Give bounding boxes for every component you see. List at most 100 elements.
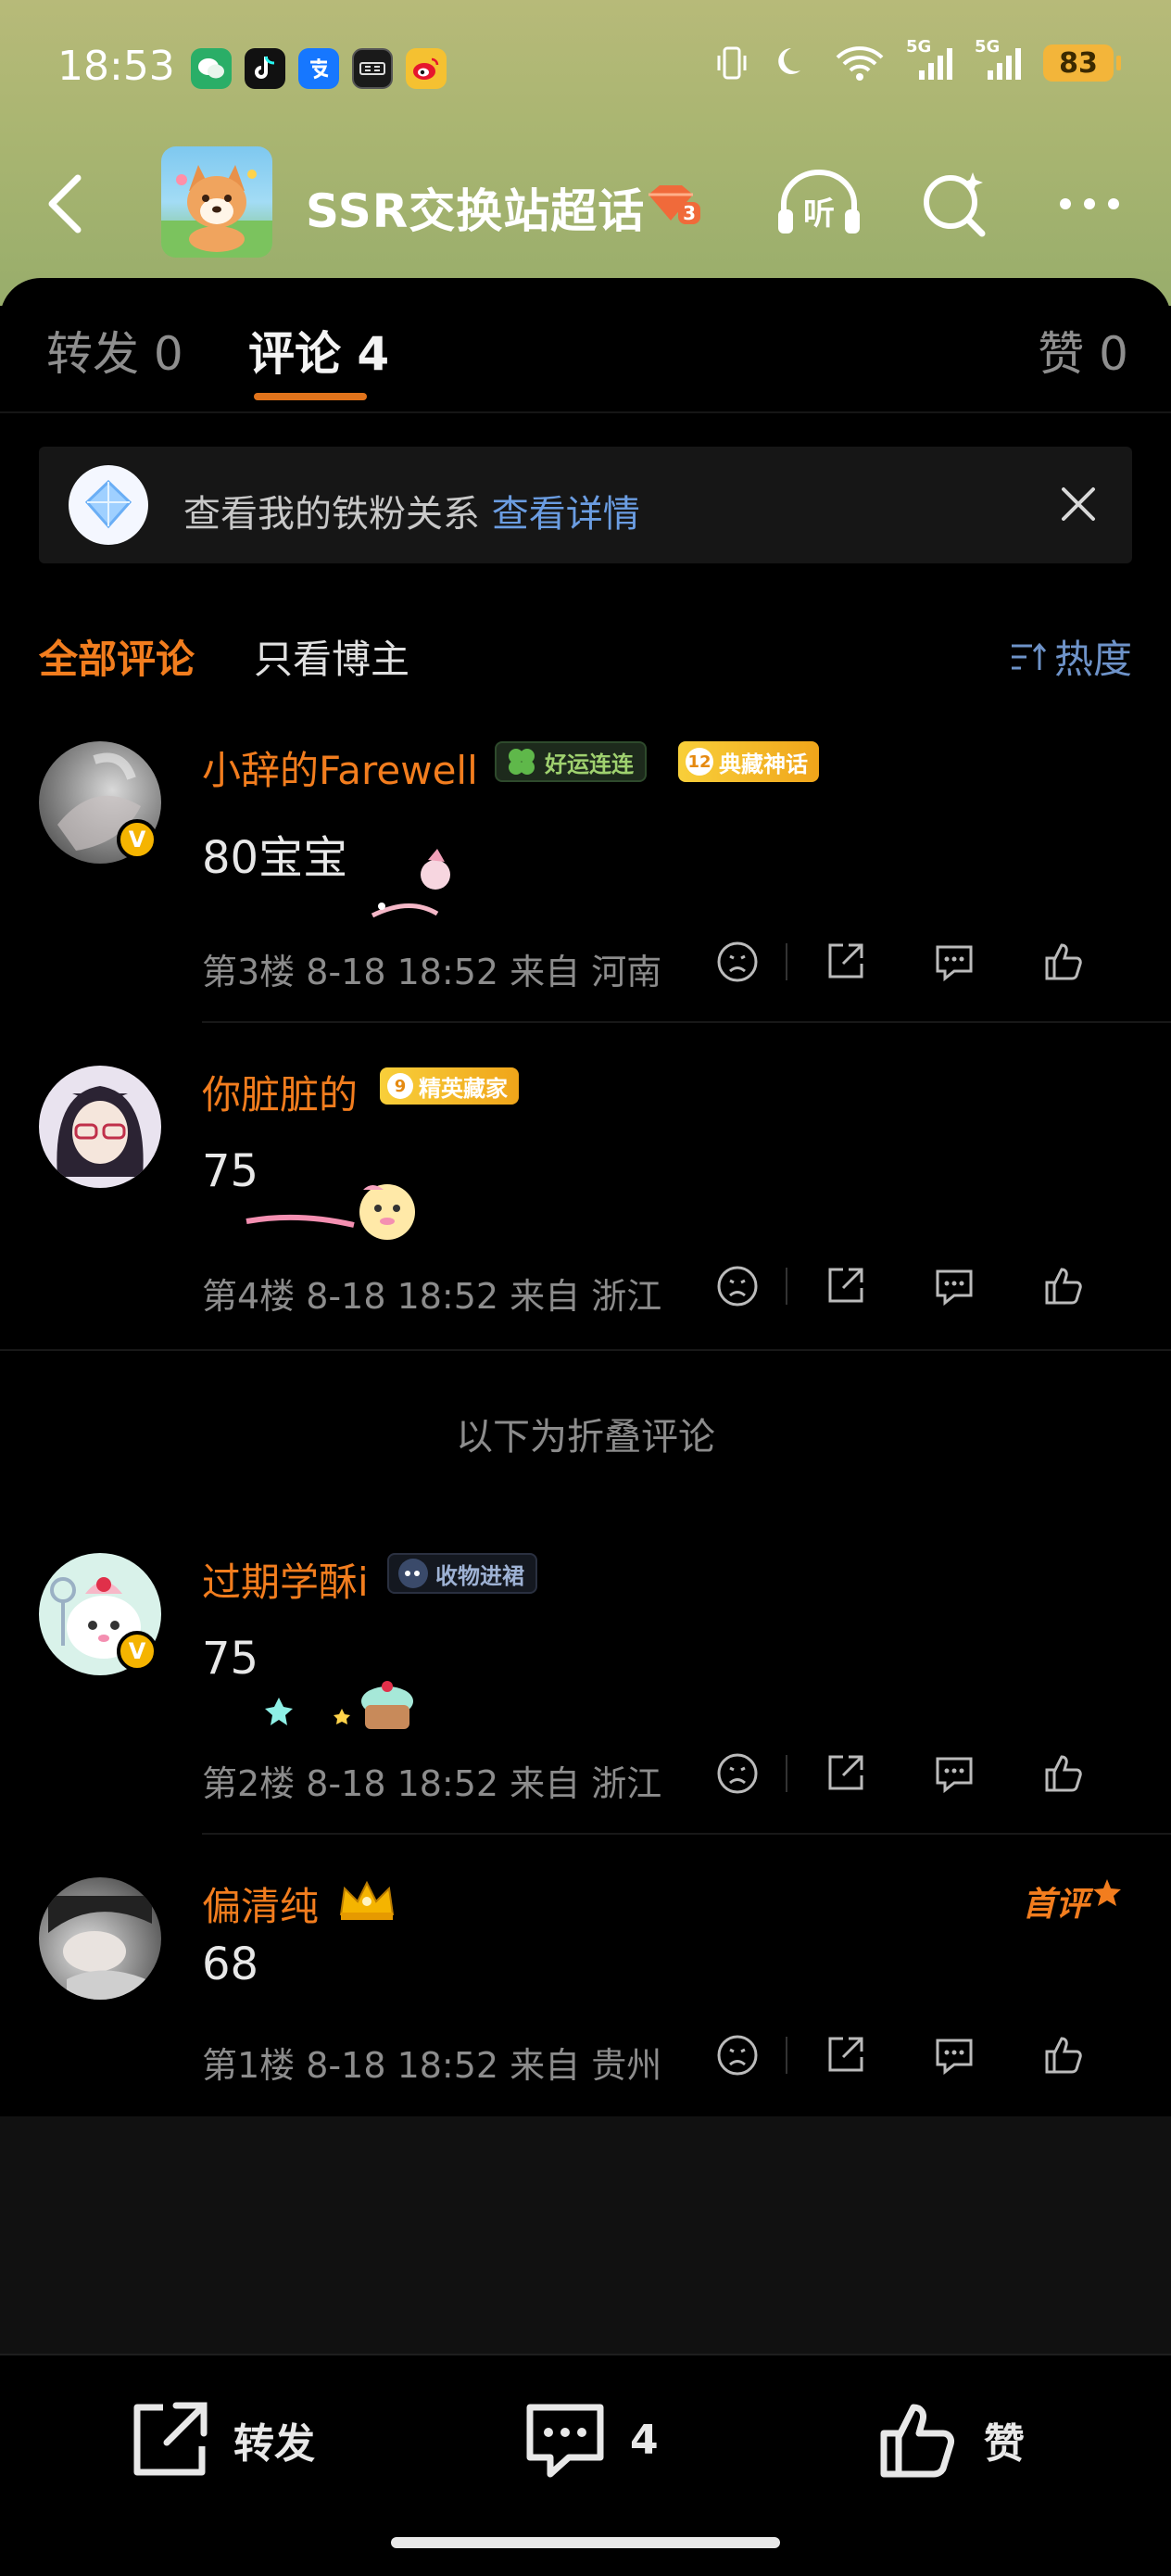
action-divider xyxy=(786,1268,787,1305)
comment-icon xyxy=(936,1269,973,1307)
share-icon xyxy=(133,2402,208,2476)
username[interactable]: 小辞的Farewell xyxy=(202,739,478,796)
frown-face-icon xyxy=(717,1753,758,1794)
tab-repost[interactable]: 转发 0 xyxy=(46,317,183,384)
app-icon xyxy=(352,48,393,89)
reply-button[interactable] xyxy=(930,1749,978,1798)
listen-button[interactable]: 听 xyxy=(774,167,863,241)
vibrate-icon xyxy=(711,43,752,83)
more-button[interactable] xyxy=(1045,167,1134,241)
back-arrow-icon xyxy=(48,174,82,234)
comment-meta: 第3楼 8-18 18:52 来自 河南 xyxy=(202,952,662,992)
listen-label: 听 xyxy=(803,195,835,233)
signal-icon: 5G xyxy=(906,37,954,83)
status-time: 18:53 xyxy=(57,43,175,90)
like-button[interactable] xyxy=(1039,1262,1088,1310)
reply-button[interactable] xyxy=(930,938,978,986)
dislike-button[interactable] xyxy=(713,1262,762,1310)
collector-tag[interactable]: 12 典藏神话 xyxy=(678,741,819,782)
page-title[interactable]: SSR交换站超话 xyxy=(306,174,645,241)
comment-actions xyxy=(713,1262,1088,1310)
frown-face-icon xyxy=(717,1266,758,1307)
dislike-button[interactable] xyxy=(713,1749,762,1798)
diamond-icon xyxy=(69,465,148,545)
comment-button[interactable]: 4 xyxy=(523,2398,659,2481)
tab-bar: 转发 0 评论 4 赞 0 xyxy=(0,278,1171,413)
collector-level: 9 xyxy=(387,1073,413,1099)
filter-all-comments[interactable]: 全部评论 xyxy=(39,628,195,685)
tab-likes[interactable]: 赞 0 xyxy=(1038,317,1128,384)
avatar[interactable] xyxy=(39,1066,161,1188)
star-icon xyxy=(1093,1879,1121,1906)
username[interactable]: 偏清纯 xyxy=(202,1875,319,1932)
frown-face-icon xyxy=(717,941,758,982)
home-indicator[interactable] xyxy=(391,2537,780,2548)
alipay-icon xyxy=(298,48,339,89)
action-divider xyxy=(786,1755,787,1792)
action-divider xyxy=(786,943,787,980)
signal-label-2: 5G xyxy=(975,37,1001,57)
crown-badge xyxy=(335,1875,398,1929)
comment-count: 4 xyxy=(630,2416,659,2464)
comment-icon xyxy=(936,945,973,982)
supertopic-avatar[interactable] xyxy=(161,146,272,258)
share-button[interactable] xyxy=(821,1749,869,1798)
thumbs-up-icon xyxy=(1045,943,1082,980)
share-button[interactable] xyxy=(821,1262,869,1310)
reply-button[interactable] xyxy=(930,2031,978,2079)
thumbs-up-icon xyxy=(1045,1268,1082,1305)
nav-bar: SSR交换站超话 3 听 xyxy=(0,139,1171,269)
more-dots-icon xyxy=(1060,198,1119,209)
like-button[interactable] xyxy=(1039,938,1088,986)
search-button[interactable] xyxy=(910,167,999,241)
like-button[interactable]: 赞 xyxy=(876,2398,1025,2481)
tab-comments[interactable]: 评论 4 xyxy=(248,317,389,384)
comment-icon xyxy=(526,2404,604,2478)
weibo-icon xyxy=(406,48,447,89)
dislike-button[interactable] xyxy=(713,2031,762,2079)
search-icon xyxy=(924,172,986,237)
comment-meta: 第4楼 8-18 18:52 来自 浙江 xyxy=(202,1276,662,1317)
moon-icon xyxy=(773,43,813,83)
back-button[interactable] xyxy=(37,167,102,241)
close-button[interactable] xyxy=(1058,484,1099,524)
comment-meta: 第2楼 8-18 18:52 来自 浙江 xyxy=(202,1763,662,1804)
share-button[interactable] xyxy=(821,938,869,986)
level-number: 3 xyxy=(678,202,700,224)
iron-fan-banner[interactable]: 查看我的铁粉关系 查看详情 xyxy=(39,447,1132,563)
first-comment-badge: 首评 xyxy=(1022,1877,1123,1926)
collector-tag[interactable]: 9 精英藏家 xyxy=(380,1067,519,1105)
top-header: 18:53 5G 5G 83 SSR交换站超话 3 听 xyxy=(0,0,1171,306)
comment-meta: 第1楼 8-18 18:52 来自 贵州 xyxy=(202,2045,662,2086)
fan-tag[interactable]: 好运连连 xyxy=(495,741,647,782)
group-tag[interactable]: 收物进裙 xyxy=(387,1553,537,1594)
sort-by-hot[interactable]: 热度 xyxy=(1010,628,1132,685)
like-button[interactable] xyxy=(1039,1749,1088,1798)
wifi-icon xyxy=(834,43,886,83)
iron-fan-text: 查看我的铁粉关系 xyxy=(183,493,480,536)
avatar[interactable] xyxy=(39,1877,161,2000)
dislike-button[interactable] xyxy=(713,938,762,986)
iron-fan-link[interactable]: 查看详情 xyxy=(492,493,640,536)
sticker-decoration xyxy=(363,841,474,928)
notification-icons xyxy=(191,48,447,89)
collector-tag-label: 典藏神话 xyxy=(719,751,808,777)
comment-actions xyxy=(713,2031,1088,2079)
comment-divider xyxy=(202,1021,1171,1023)
folded-comments-label[interactable]: 以下为折叠评论 xyxy=(0,1407,1171,1460)
share-button[interactable] xyxy=(821,2031,869,2079)
filter-blogger-only[interactable]: 只看博主 xyxy=(254,628,409,685)
corgi-image xyxy=(161,165,272,258)
username[interactable]: 过期学酥i xyxy=(202,1551,369,1608)
username[interactable]: 你脏脏的 xyxy=(202,1064,358,1120)
signal-icon-2: 5G xyxy=(975,37,1023,83)
reply-button[interactable] xyxy=(930,1262,978,1310)
comment-actions xyxy=(713,1749,1088,1798)
comment-text: 75 xyxy=(202,1633,259,1685)
active-tab-indicator xyxy=(254,393,367,400)
like-button[interactable] xyxy=(1039,2031,1088,2079)
share-icon xyxy=(828,1755,863,1790)
comment-icon xyxy=(936,1757,973,1794)
like-label: 赞 xyxy=(984,2420,1025,2468)
repost-button[interactable]: 转发 xyxy=(126,2398,315,2481)
